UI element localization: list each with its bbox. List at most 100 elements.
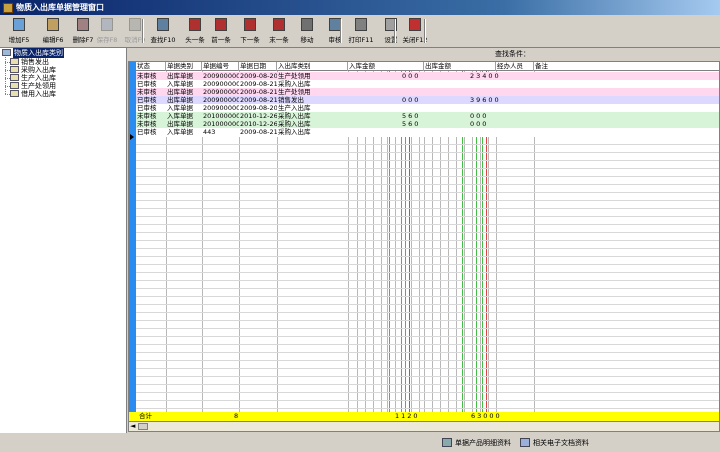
find-button[interactable]: 查找F10: [146, 17, 180, 47]
grid-line: [136, 200, 719, 201]
grid-line: [136, 144, 719, 145]
grid-line: [136, 216, 719, 217]
prev-record-icon: [214, 17, 228, 33]
column-header[interactable]: 单据类别: [166, 62, 202, 71]
scroll-left-icon[interactable]: ◄: [130, 422, 135, 430]
tree-item[interactable]: 借用入出库: [10, 89, 56, 98]
scroll-thumb[interactable]: [138, 423, 148, 430]
folder-icon: [10, 90, 19, 97]
toolbar-separator: [340, 19, 342, 43]
toolbar-separator: [394, 19, 396, 43]
grid-line: [136, 256, 719, 257]
grid-line: [136, 280, 719, 281]
toolbar-separator: [424, 19, 426, 43]
folder-icon: [10, 74, 19, 81]
bottom-bar: 单据产品明细资料 相关电子文档资料: [0, 433, 720, 452]
grid-line: [136, 392, 719, 393]
records-grid[interactable]: 状态 单据类别 单据编号 单据日期 入出库类别 入库金额 出库金额 经办人员 备注 未审核 出库单…: [128, 61, 720, 432]
folder-icon: [10, 82, 19, 89]
grid-line: [136, 336, 719, 337]
summary-row: 合计 8 1120 63000: [129, 412, 719, 421]
column-header[interactable]: 入出库类别: [277, 62, 348, 71]
grid-line: [136, 288, 719, 289]
column-header[interactable]: 单据编号: [202, 62, 239, 71]
app-window: 物质入出库单据管理窗口 增加F5 编辑F6 删除F7 保存F8 取消F9 查找F10 头一条…: [0, 0, 720, 452]
related-documents-button[interactable]: 相关电子文档资料: [520, 436, 589, 449]
grid-line: [136, 208, 719, 209]
add-button[interactable]: 增加F5: [2, 17, 36, 47]
save-icon: [100, 17, 114, 33]
printer-icon: [354, 17, 368, 33]
horizontal-scrollbar[interactable]: ◄: [129, 421, 719, 431]
grid-line: [136, 320, 719, 321]
grid-line: [136, 264, 719, 265]
detail-icon: [442, 438, 452, 447]
close-button[interactable]: 关闭F12: [398, 17, 432, 47]
grid-line: [136, 328, 719, 329]
undo-icon: [128, 17, 142, 33]
grid-header: 状态 单据类别 单据编号 单据日期 入出库类别 入库金额 出库金额 经办人员 备注: [136, 62, 719, 71]
binoculars-icon: [156, 17, 170, 33]
column-header[interactable]: 经办人员: [496, 62, 534, 71]
search-label: 查找条件：: [495, 50, 530, 58]
folder-icon: [10, 58, 19, 65]
toolbar: 增加F5 编辑F6 删除F7 保存F8 取消F9 查找F10 头一条 前一条 下一条 末一条 移动审…: [0, 15, 720, 48]
edit-button[interactable]: 编辑F6: [36, 17, 70, 47]
folder-icon: [10, 66, 19, 73]
grid-line: [136, 376, 719, 377]
grid-line: [136, 344, 719, 345]
grid-line: [136, 232, 719, 233]
folder-icon: [2, 49, 11, 56]
summary-in-total: 1120: [395, 412, 420, 420]
grid-line: [136, 176, 719, 177]
category-tree: 物质入出库类别 销售发出 采购入出库 生产入出库 生产处领用 借用入出库: [0, 47, 127, 433]
grid-line: [136, 168, 719, 169]
toolbar-separator: [142, 19, 144, 43]
document-icon: [12, 17, 26, 33]
grid-line: [136, 160, 719, 161]
grid-line: [136, 192, 719, 193]
grid-line: [136, 384, 719, 385]
next-record-icon: [243, 17, 257, 33]
column-header[interactable]: 单据日期: [239, 62, 277, 71]
row-header-column: [129, 62, 136, 431]
cell-in-amount: [401, 128, 402, 137]
first-record-icon: [188, 17, 202, 33]
summary-label: 合计: [139, 412, 152, 420]
current-row-indicator: [130, 134, 134, 140]
cell-number: 443: [203, 128, 216, 136]
cell-date: 2009-08-21: [240, 128, 277, 136]
grid-line: [136, 272, 719, 273]
edit-icon: [46, 17, 60, 33]
move-icon: [300, 17, 314, 33]
tree-connector: [5, 54, 6, 94]
grid-line: [136, 296, 719, 297]
grid-line: [136, 352, 719, 353]
grid-line: [136, 184, 719, 185]
app-icon: [3, 2, 13, 13]
document-icon: [520, 438, 530, 447]
grid-line: [136, 224, 719, 225]
grid-line: [136, 360, 719, 361]
print-button[interactable]: 打印F11: [344, 17, 378, 47]
grid-line: [136, 248, 719, 249]
column-header[interactable]: 入库金额: [348, 62, 424, 71]
column-header[interactable]: 出库金额: [424, 62, 496, 71]
product-detail-button[interactable]: 单据产品明细资料: [442, 436, 511, 449]
cell-status: 已审核: [137, 128, 157, 136]
column-header[interactable]: 备注: [534, 62, 719, 71]
cell-type: 入库单据: [167, 128, 193, 136]
grid-line: [136, 152, 719, 153]
exit-door-icon: [408, 17, 422, 33]
grid-line: [136, 240, 719, 241]
last-record-icon: [272, 17, 286, 33]
grid-line: [136, 368, 719, 369]
delete-icon: [76, 17, 90, 33]
grid-line: [136, 304, 719, 305]
grid-line: [136, 312, 719, 313]
grid-line: [136, 400, 719, 401]
summary-count: 8: [234, 412, 239, 420]
column-header[interactable]: 状态: [136, 62, 166, 71]
title-bar: 物质入出库单据管理窗口: [0, 0, 720, 15]
table-row[interactable]: 已审核 入库单据 443 2009-08-21 采购入出库: [136, 128, 719, 137]
